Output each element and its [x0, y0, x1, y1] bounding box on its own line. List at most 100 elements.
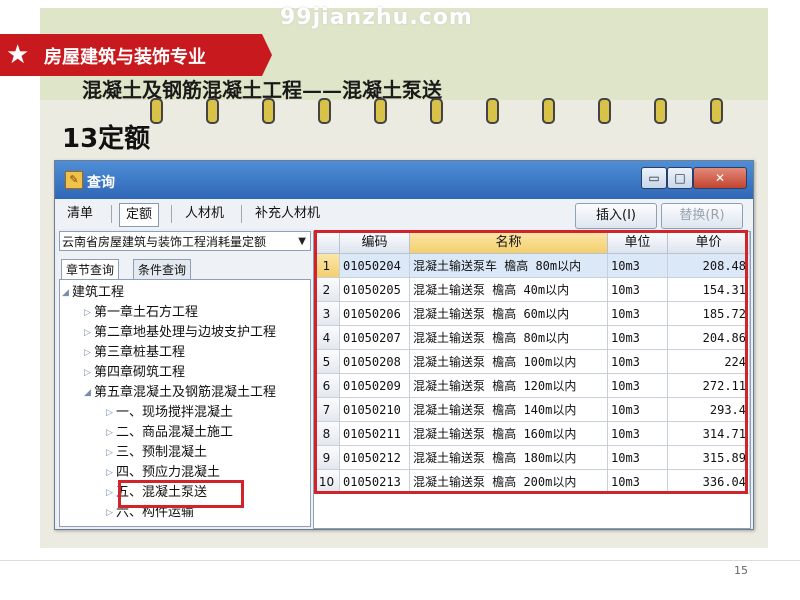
- tab-quota[interactable]: 定额: [119, 203, 160, 227]
- tree-node[interactable]: 第一章土石方工程: [94, 304, 198, 322]
- cell-price: 293.4: [668, 398, 750, 422]
- binder-ring: [486, 98, 499, 124]
- expand-arrow-icon[interactable]: ◢: [62, 284, 69, 302]
- column-header[interactable]: 单价: [668, 232, 750, 254]
- cell-unit: 10m3: [608, 326, 668, 350]
- chevron-down-icon[interactable]: ▼: [298, 232, 306, 250]
- collapse-arrow-icon[interactable]: ▷: [84, 364, 91, 382]
- cell-price: 154.31: [668, 278, 750, 302]
- binder-ring: [318, 98, 331, 124]
- table-row[interactable]: 5 01050208 混凝土输送泵 檐高 100m以内 10m3 224: [314, 350, 750, 374]
- cell-price: 336.04: [668, 470, 750, 494]
- table-row[interactable]: 2 01050205 混凝土输送泵 檐高 40m以内 10m3 154.31: [314, 278, 750, 302]
- quota-library-select[interactable]: 云南省房屋建筑与装饰工程消耗量定额 ▼: [59, 231, 311, 251]
- table-row[interactable]: 8 01050211 混凝土输送泵 檐高 160m以内 10m3 314.71: [314, 422, 750, 446]
- tree-node[interactable]: 一、现场搅拌混凝土: [116, 404, 233, 422]
- collapse-arrow-icon[interactable]: ▷: [106, 484, 113, 502]
- close-button[interactable]: ✕: [693, 167, 747, 189]
- table-row[interactable]: 1 01050204 混凝土输送泵车 檐高 80m以内 10m3 208.48: [314, 254, 750, 278]
- binder-ring: [710, 98, 723, 124]
- table-row[interactable]: 3 01050206 混凝土输送泵 檐高 60m以内 10m3 185.72: [314, 302, 750, 326]
- footer-divider: [0, 560, 800, 561]
- column-header[interactable]: 编码: [340, 232, 410, 254]
- minimize-button[interactable]: ▭: [641, 167, 667, 189]
- tab-bill[interactable]: 清单: [61, 203, 99, 225]
- tree-node[interactable]: 三、预制混凝土: [116, 444, 207, 462]
- query-window: ✎ 查询 ▭ □ ✕ 清单 定额 人材机 补充人材机 插入(I) 替换(R) 云…: [54, 160, 754, 530]
- tree-node[interactable]: 二、商品混凝土施工: [116, 424, 233, 442]
- collapse-arrow-icon[interactable]: ▷: [84, 344, 91, 362]
- tree-node[interactable]: 第五章混凝土及钢筋混凝土工程: [94, 384, 276, 402]
- tree-node[interactable]: 第四章砌筑工程: [94, 364, 185, 382]
- cell-no: 3: [314, 302, 340, 326]
- collapse-arrow-icon[interactable]: ▷: [106, 404, 113, 422]
- tree-highlight-box: [118, 480, 244, 508]
- binder-ring: [654, 98, 667, 124]
- tab-supplementary[interactable]: 补充人材机: [249, 203, 326, 225]
- table-row[interactable]: 7 01050210 混凝土输送泵 檐高 140m以内 10m3 293.4: [314, 398, 750, 422]
- column-header[interactable]: 单位: [608, 232, 668, 254]
- collapse-arrow-icon[interactable]: ▷: [106, 444, 113, 462]
- cell-code: 01050204: [340, 254, 410, 278]
- cell-unit: 10m3: [608, 422, 668, 446]
- cell-name: 混凝土输送泵 檐高 140m以内: [410, 398, 608, 422]
- cell-code: 01050208: [340, 350, 410, 374]
- cell-name: 混凝土输送泵 檐高 120m以内: [410, 374, 608, 398]
- collapse-arrow-icon[interactable]: ▷: [106, 504, 113, 522]
- tree-node[interactable]: 第三章桩基工程: [94, 344, 185, 362]
- table-corner: [314, 232, 340, 254]
- tab-separator: [241, 205, 242, 223]
- collapse-arrow-icon[interactable]: ▷: [84, 324, 91, 342]
- binder-ring: [598, 98, 611, 124]
- cell-price: 272.11: [668, 374, 750, 398]
- table-row[interactable]: 10 01050213 混凝土输送泵 檐高 200m以内 10m3 336.04: [314, 470, 750, 494]
- page-number: 15: [734, 564, 748, 577]
- cell-name: 混凝土输送泵 檐高 180m以内: [410, 446, 608, 470]
- cell-no: 9: [314, 446, 340, 470]
- cell-no: 2: [314, 278, 340, 302]
- window-title: 查询: [87, 175, 115, 191]
- binder-ring: [206, 98, 219, 124]
- collapse-arrow-icon[interactable]: ▷: [84, 304, 91, 322]
- tab-condition-query[interactable]: 条件查询: [133, 259, 192, 281]
- quota-library-value: 云南省房屋建筑与装饰工程消耗量定额: [62, 235, 267, 249]
- tree-node[interactable]: 建筑工程: [72, 284, 124, 302]
- tab-separator: [171, 205, 172, 223]
- table-row[interactable]: 9 01050212 混凝土输送泵 檐高 180m以内 10m3 315.89: [314, 446, 750, 470]
- tab-labor-material-machine[interactable]: 人材机: [179, 203, 230, 225]
- window-titlebar[interactable]: ✎ 查询 ▭ □ ✕: [55, 161, 753, 199]
- insert-button[interactable]: 插入(I): [575, 203, 657, 229]
- cell-no: 8: [314, 422, 340, 446]
- watermark: 99jianzhu.com: [280, 5, 473, 30]
- tree-node[interactable]: 第二章地基处理与边坡支护工程: [94, 324, 276, 342]
- cell-no: 10: [314, 470, 340, 494]
- cell-name: 混凝土输送泵车 檐高 80m以内: [410, 254, 608, 278]
- category-banner: ★ 房屋建筑与装饰专业: [0, 34, 272, 76]
- tab-chapter-query[interactable]: 章节查询: [61, 259, 120, 281]
- maximize-button[interactable]: □: [667, 167, 693, 189]
- cell-unit: 10m3: [608, 470, 668, 494]
- column-header[interactable]: 名称: [410, 232, 608, 254]
- cell-no: 4: [314, 326, 340, 350]
- cell-code: 01050209: [340, 374, 410, 398]
- binder-ring: [542, 98, 555, 124]
- binder-ring: [430, 98, 443, 124]
- cell-unit: 10m3: [608, 350, 668, 374]
- cell-unit: 10m3: [608, 302, 668, 326]
- table-row[interactable]: 6 01050209 混凝土输送泵 檐高 120m以内 10m3 272.11: [314, 374, 750, 398]
- cell-price: 314.71: [668, 422, 750, 446]
- replace-button[interactable]: 替换(R): [661, 203, 743, 229]
- cell-no: 7: [314, 398, 340, 422]
- cell-code: 01050210: [340, 398, 410, 422]
- cell-code: 01050206: [340, 302, 410, 326]
- binder-rings: [150, 98, 750, 124]
- cell-name: 混凝土输送泵 檐高 80m以内: [410, 326, 608, 350]
- collapse-arrow-icon[interactable]: ▷: [106, 464, 113, 482]
- expand-arrow-icon[interactable]: ◢: [84, 384, 91, 402]
- table-row[interactable]: 4 01050207 混凝土输送泵 檐高 80m以内 10m3 204.86: [314, 326, 750, 350]
- slide-heading: 13定额: [62, 124, 151, 154]
- cell-price: 185.72: [668, 302, 750, 326]
- cell-no: 6: [314, 374, 340, 398]
- cell-code: 01050213: [340, 470, 410, 494]
- collapse-arrow-icon[interactable]: ▷: [106, 424, 113, 442]
